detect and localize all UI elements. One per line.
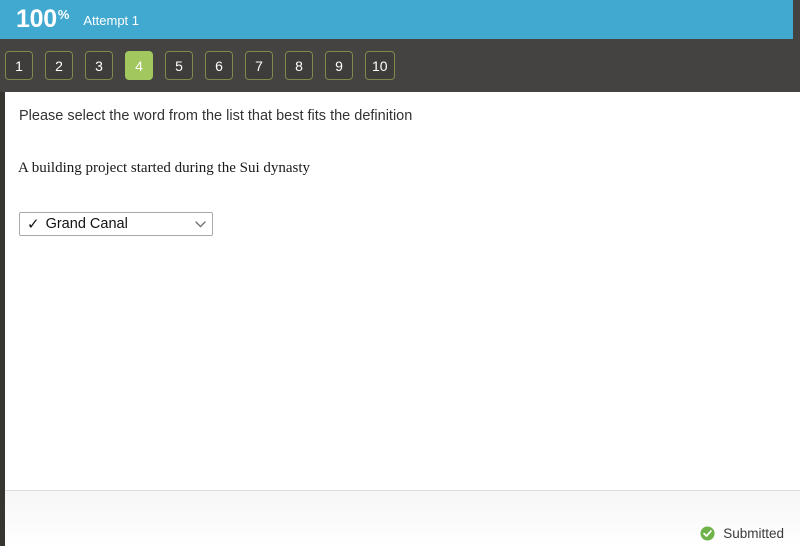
nav-strip-right-cap (793, 39, 800, 92)
question-nav-button-4[interactable]: 4 (125, 51, 153, 80)
question-nav-button-1[interactable]: 1 (5, 51, 33, 80)
answer-dropdown[interactable]: ✓ Grand Canal (19, 212, 213, 236)
answer-dropdown-value: Grand Canal (45, 216, 128, 232)
question-definition: A building project started during the Su… (18, 160, 311, 176)
check-circle-icon (700, 526, 715, 541)
chevron-down-icon (190, 220, 210, 228)
question-nav-button-9[interactable]: 9 (325, 51, 353, 80)
checkmark-icon: ✓ (27, 215, 40, 233)
submission-status: Submitted (700, 526, 784, 541)
question-content-panel: Please select the word from the list tha… (5, 92, 800, 490)
quiz-page: 100% Attempt 1 1 2 3 4 5 6 7 8 9 10 Plea… (0, 0, 800, 546)
question-stem: Please select the word from the list tha… (19, 108, 413, 124)
question-nav-button-10[interactable]: 10 (365, 51, 395, 80)
score-bar: 100% Attempt 1 (0, 0, 793, 39)
attempt-label: Attempt 1 (83, 13, 140, 28)
question-nav-button-6[interactable]: 6 (205, 51, 233, 80)
score-percent-symbol: % (57, 7, 70, 22)
submission-status-label: Submitted (723, 526, 784, 541)
question-nav-button-3[interactable]: 3 (85, 51, 113, 80)
score-value: 100 (16, 5, 57, 33)
question-nav-button-8[interactable]: 8 (285, 51, 313, 80)
score-bar-right-cap (793, 0, 800, 39)
question-navigation: 1 2 3 4 5 6 7 8 9 10 (0, 39, 793, 92)
question-nav-button-7[interactable]: 7 (245, 51, 273, 80)
footer-bar: Submitted (5, 491, 800, 546)
question-nav-button-2[interactable]: 2 (45, 51, 73, 80)
question-nav-button-5[interactable]: 5 (165, 51, 193, 80)
